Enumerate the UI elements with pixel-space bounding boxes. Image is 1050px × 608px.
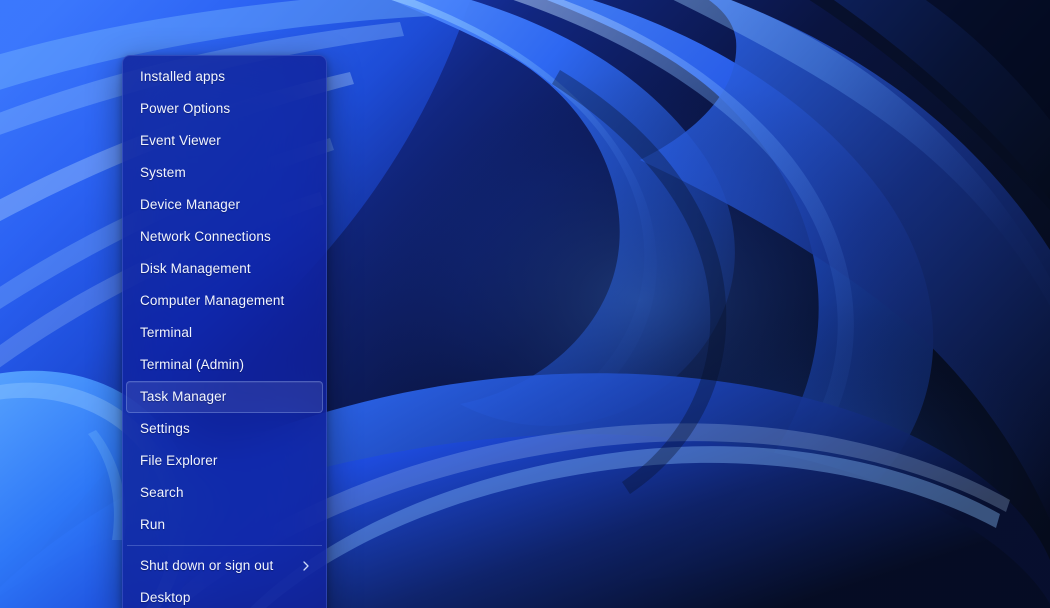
menu-item-label: Event Viewer: [140, 133, 221, 149]
menu-item-label: Run: [140, 517, 166, 533]
menu-item-label: File Explorer: [140, 453, 218, 469]
menu-item-label: Device Manager: [140, 197, 241, 213]
menu-item-label: Terminal: [140, 325, 193, 341]
menu-item-installed-apps[interactable]: Installed apps: [126, 61, 323, 93]
menu-item-label: System: [140, 165, 186, 181]
menu-item-event-viewer[interactable]: Event Viewer: [126, 125, 323, 157]
menu-item-label: Power Options: [140, 101, 231, 117]
menu-item-label: Computer Management: [140, 293, 285, 309]
menu-item-label: Disk Management: [140, 261, 251, 277]
menu-item-terminal[interactable]: Terminal: [126, 317, 323, 349]
menu-item-power-options[interactable]: Power Options: [126, 93, 323, 125]
menu-separator: [127, 545, 322, 546]
menu-item-computer-management[interactable]: Computer Management: [126, 285, 323, 317]
menu-item-disk-management[interactable]: Disk Management: [126, 253, 323, 285]
menu-item-shut-down-or-sign-out[interactable]: Shut down or sign out: [126, 550, 323, 582]
menu-item-search[interactable]: Search: [126, 477, 323, 509]
menu-item-label: Settings: [140, 421, 190, 437]
menu-item-label: Shut down or sign out: [140, 558, 274, 574]
menu-item-device-manager[interactable]: Device Manager: [126, 189, 323, 221]
menu-item-desktop[interactable]: Desktop: [126, 582, 323, 608]
menu-item-label: Installed apps: [140, 69, 226, 85]
menu-item-settings[interactable]: Settings: [126, 413, 323, 445]
menu-item-label: Network Connections: [140, 229, 271, 245]
menu-item-system[interactable]: System: [126, 157, 323, 189]
menu-item-label: Search: [140, 485, 184, 501]
menu-item-label: Task Manager: [140, 389, 227, 405]
menu-item-terminal-admin[interactable]: Terminal (Admin): [126, 349, 323, 381]
menu-item-label: Terminal (Admin): [140, 357, 245, 373]
menu-item-network-connections[interactable]: Network Connections: [126, 221, 323, 253]
menu-item-file-explorer[interactable]: File Explorer: [126, 445, 323, 477]
chevron-right-icon: [300, 560, 312, 572]
desktop[interactable]: Installed apps Power Options Event Viewe…: [0, 0, 1050, 608]
menu-item-label: Desktop: [140, 590, 191, 606]
winx-context-menu[interactable]: Installed apps Power Options Event Viewe…: [122, 55, 327, 608]
menu-item-run[interactable]: Run: [126, 509, 323, 541]
menu-item-task-manager[interactable]: Task Manager: [126, 381, 323, 413]
